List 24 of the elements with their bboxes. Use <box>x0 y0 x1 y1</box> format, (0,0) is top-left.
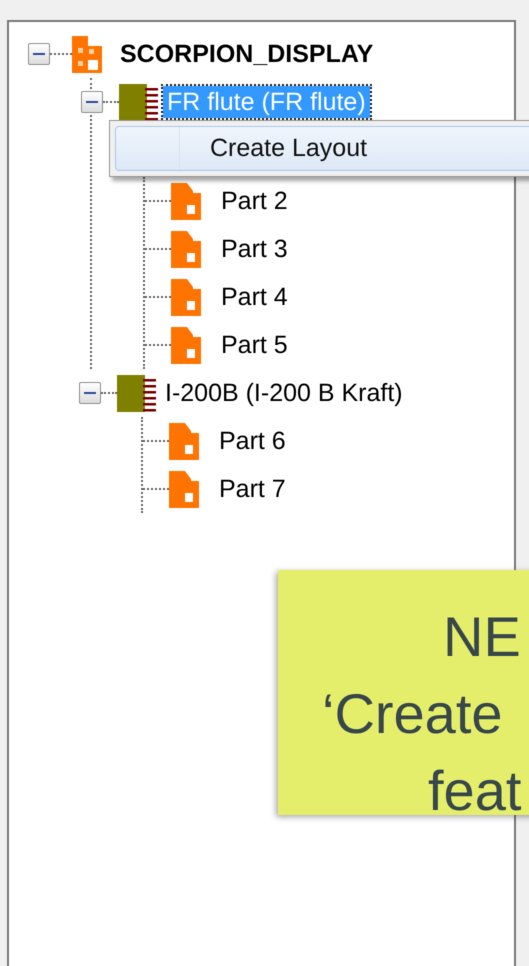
menu-item[interactable]: Create Layout <box>115 126 529 171</box>
material-icon <box>119 84 159 120</box>
part-icon <box>171 182 201 220</box>
tree-item-label[interactable]: SCORPION_DISPLAY <box>116 38 378 70</box>
note-text: feat <box>428 758 522 824</box>
tree-item-label[interactable]: Part 3 <box>217 233 292 265</box>
collapse-toggle[interactable] <box>79 382 101 404</box>
collapse-toggle[interactable] <box>81 91 103 113</box>
tree-item-label[interactable]: Part 4 <box>217 281 292 313</box>
part-icon <box>171 326 201 364</box>
tree-item-label[interactable]: I-200B (I-200 B Kraft) <box>161 377 407 409</box>
assembly-icon <box>72 36 102 72</box>
collapse-toggle[interactable] <box>28 43 50 65</box>
tree-item-label[interactable]: Part 7 <box>215 473 290 505</box>
part-icon <box>171 230 201 268</box>
material-icon <box>117 374 157 412</box>
note-text: NE <box>443 604 521 670</box>
tree-item-label[interactable]: Part 2 <box>217 185 292 217</box>
tree-item-label[interactable]: Part 6 <box>215 425 290 457</box>
part-icon <box>169 470 199 508</box>
part-icon <box>171 278 201 316</box>
part-icon <box>169 422 199 460</box>
note-text: ‘Create <box>322 681 503 747</box>
tree-item-label[interactable]: Part 5 <box>217 329 292 361</box>
